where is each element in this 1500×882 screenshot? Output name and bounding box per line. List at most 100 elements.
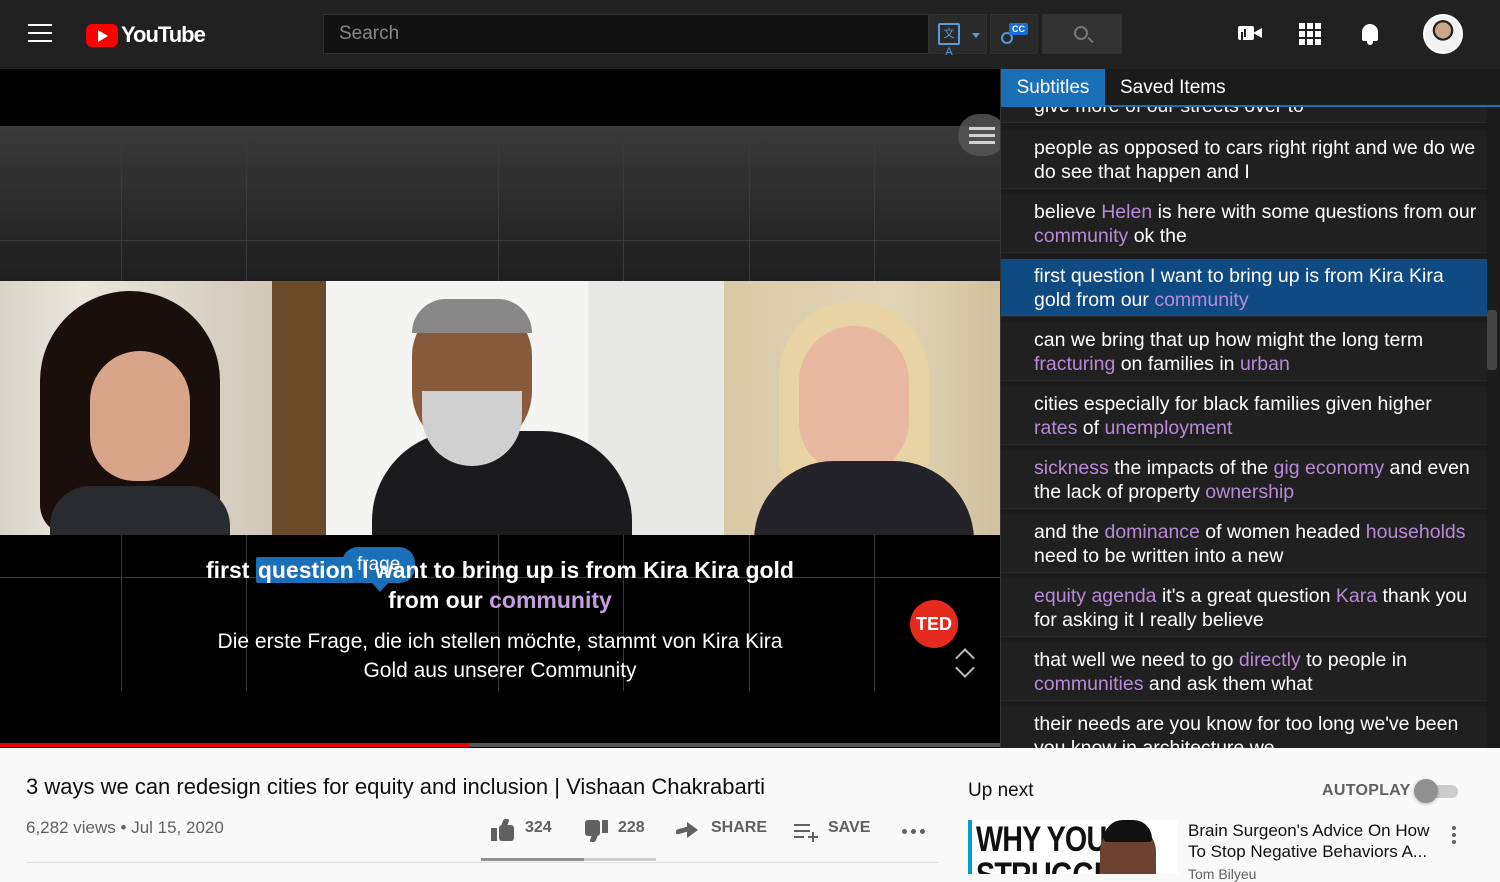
divider — [26, 862, 938, 863]
panel-scrollbar[interactable] — [1487, 310, 1497, 370]
subtitle-keyword[interactable]: sickness — [1034, 457, 1109, 479]
search-button[interactable] — [1042, 14, 1122, 54]
caption-search-button[interactable]: CC — [990, 14, 1038, 54]
subtitle-text: believe — [1034, 201, 1102, 223]
caption-english: first question I want to bring up is fro… — [200, 555, 800, 615]
ted-badge: TED — [910, 600, 958, 648]
subtitle-text: of — [1077, 417, 1105, 439]
create-video-icon[interactable] — [1238, 26, 1262, 40]
participant-tile-1 — [0, 281, 272, 535]
dislike-icon[interactable] — [584, 820, 608, 842]
caption-highlighted-word[interactable]: question — [255, 557, 356, 583]
subtitle-keyword[interactable]: Kara — [1336, 585, 1377, 607]
subtitle-line[interactable]: their needs are you know for too long we… — [1001, 707, 1487, 748]
subtitle-line[interactable]: can we bring that up how might the long … — [1001, 323, 1487, 381]
avatar[interactable] — [1423, 14, 1463, 54]
subtitle-keyword[interactable]: urban — [1240, 353, 1290, 375]
subtitle-keyword[interactable]: community — [1034, 225, 1128, 247]
search-input[interactable]: Search — [323, 14, 929, 54]
autoplay-toggle[interactable] — [1414, 779, 1458, 803]
subtitle-keyword[interactable]: economy — [1305, 457, 1384, 479]
subtitle-text: cities especially for black families giv… — [1034, 393, 1432, 415]
video-meta: 6,282 views • Jul 15, 2020 — [26, 818, 224, 837]
panel-header: Subtitles Saved Items — [1001, 69, 1500, 107]
recommended-channel[interactable]: Tom Bilyeu — [1188, 866, 1256, 882]
caption-keyword[interactable]: community — [489, 587, 612, 613]
subtitle-panel: Subtitles Saved Items give more of our s… — [1000, 69, 1500, 748]
subtitle-keyword[interactable]: Helen — [1101, 201, 1152, 223]
subtitle-keyword[interactable]: unemployment — [1104, 417, 1232, 439]
subtitle-text: is here with some questions from our — [1152, 201, 1477, 223]
subtitle-keyword[interactable]: communities — [1034, 673, 1143, 695]
participant-face — [799, 326, 909, 476]
subtitle-keyword[interactable]: rates — [1034, 417, 1077, 439]
kebab-menu-icon[interactable] — [1452, 826, 1456, 844]
youtube-logo[interactable]: YouTube — [86, 22, 206, 48]
overlay-menu-button[interactable] — [958, 114, 1000, 156]
like-icon[interactable] — [491, 819, 515, 841]
subtitle-list: give more of our streets over to people … — [1001, 101, 1487, 748]
participant-body — [50, 486, 230, 535]
subtitle-text: ok the — [1128, 225, 1187, 247]
logo-text: YouTube — [121, 22, 206, 47]
progress-played — [0, 743, 469, 747]
subtitle-line[interactable]: sickness the impacts of the gig economy … — [1001, 451, 1487, 509]
recommended-thumbnail[interactable]: WHY YOU STRUGGLE — [968, 820, 1178, 874]
subtitle-text: and the — [1034, 521, 1105, 543]
subtitle-line[interactable]: believe Helen is here with some question… — [1001, 195, 1487, 253]
subtitle-text: on families in — [1115, 353, 1240, 375]
subtitle-text: to people in — [1300, 649, 1407, 671]
tab-subtitles[interactable]: Subtitles — [1001, 69, 1105, 107]
subtitle-text: their needs are you know for too long we… — [1034, 713, 1459, 748]
share-button[interactable]: SHARE — [711, 819, 767, 837]
thumbnail-face — [1100, 820, 1156, 874]
menu-icon[interactable] — [28, 24, 52, 44]
subtitle-keyword[interactable]: gig — [1274, 457, 1300, 479]
subtitle-text: it's a great question — [1156, 585, 1336, 607]
save-button[interactable]: SAVE — [828, 819, 870, 837]
recommended-title[interactable]: Brain Surgeon's Advice On How To Stop Ne… — [1188, 820, 1438, 862]
share-icon[interactable] — [676, 822, 698, 838]
subtitle-text: and ask them what — [1143, 673, 1313, 695]
like-count[interactable]: 324 — [525, 819, 552, 837]
subtitle-text: people as opposed to cars right right an… — [1034, 137, 1476, 183]
search-icon-handle — [1087, 36, 1094, 44]
participant-hair — [412, 299, 532, 333]
more-actions-icon[interactable] — [902, 829, 925, 834]
caption-translation: Die erste Frage, die ich stellen möchte,… — [217, 630, 783, 682]
caption-text: first — [206, 557, 256, 583]
save-to-playlist-icon[interactable] — [794, 822, 818, 842]
subtitle-line[interactable]: cities especially for black families giv… — [1001, 387, 1487, 445]
subtitle-keyword[interactable]: community — [1154, 289, 1248, 311]
subtitle-line[interactable]: equity agenda it's a great question Kara… — [1001, 579, 1487, 637]
subtitle-line-active[interactable]: first question I want to bring up is fro… — [1001, 259, 1487, 317]
caret-down-icon — [972, 33, 980, 38]
notifications-icon[interactable] — [1360, 22, 1380, 46]
search-icon — [1074, 26, 1088, 40]
subtitle-keyword[interactable]: directly — [1239, 649, 1301, 671]
sentiment-bar — [481, 858, 656, 861]
up-next-label: Up next — [968, 780, 1034, 801]
subtitle-keyword[interactable]: dominance — [1104, 521, 1199, 543]
translate-icon: 文A — [938, 23, 960, 58]
subtitle-text: the impacts of the — [1108, 457, 1274, 479]
subtitle-keyword[interactable]: households — [1366, 521, 1466, 543]
subtitle-keyword[interactable]: equity agenda — [1034, 585, 1157, 607]
dual-caption: first question I want to bring up is fro… — [200, 555, 800, 685]
tab-saved-items[interactable]: Saved Items — [1120, 69, 1226, 107]
subtitle-line[interactable]: that well we need to go directly to peop… — [1001, 643, 1487, 701]
subtitle-text: of women headed — [1199, 521, 1366, 543]
video-player[interactable]: frage first question I want to bring up … — [0, 69, 1000, 748]
subtitle-keyword[interactable]: fracturing — [1034, 353, 1115, 375]
progress-bar[interactable] — [0, 743, 1000, 747]
subtitle-text: can we bring that up how might the long … — [1034, 329, 1424, 351]
translate-button[interactable]: 文A — [929, 14, 987, 58]
dislike-count[interactable]: 228 — [618, 819, 645, 837]
view-count: 6,282 views — [26, 818, 116, 837]
subtitle-line[interactable]: people as opposed to cars right right an… — [1001, 131, 1487, 189]
subtitle-line[interactable]: and the dominance of women headed househ… — [1001, 515, 1487, 573]
sentiment-like-fill — [481, 858, 584, 861]
subtitle-keyword[interactable]: ownership — [1205, 481, 1294, 503]
apps-icon[interactable] — [1299, 23, 1321, 45]
youtube-play-icon — [86, 23, 118, 47]
